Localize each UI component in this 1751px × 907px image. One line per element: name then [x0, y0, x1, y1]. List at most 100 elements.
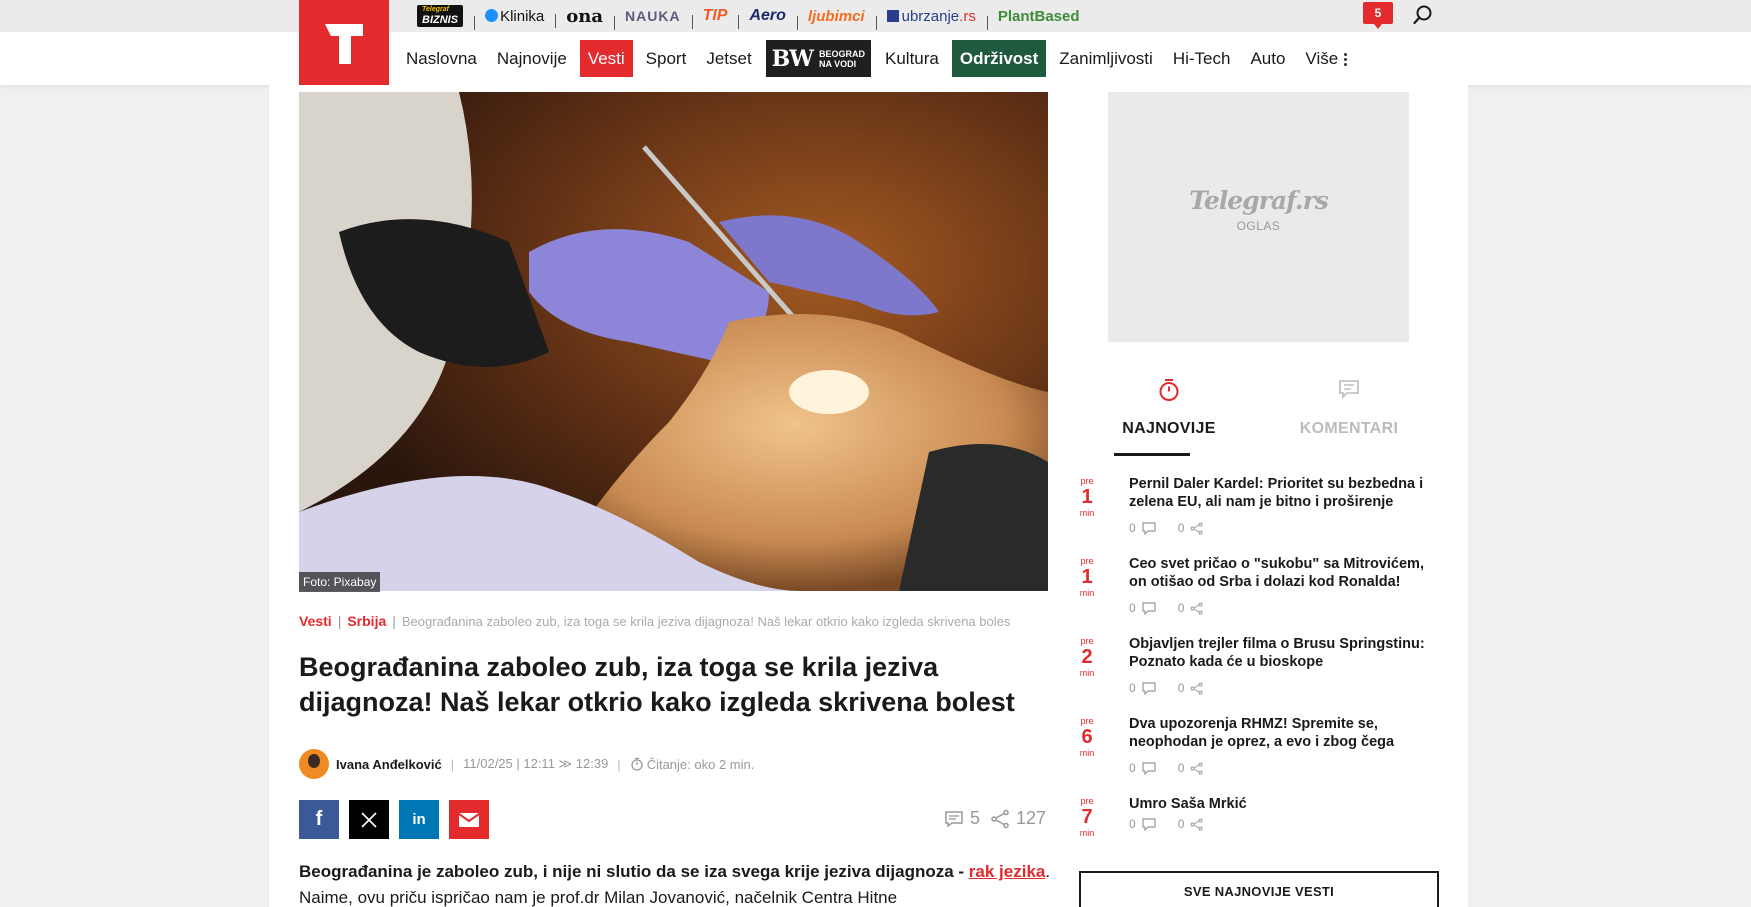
shares-count: 127: [1016, 808, 1047, 828]
nav-najnovije[interactable]: Najnovije: [487, 40, 577, 77]
nav-jetset[interactable]: Jetset: [696, 40, 761, 77]
linkedin-share-button[interactable]: in: [399, 800, 439, 839]
news-comments-count: 0: [1129, 761, 1136, 775]
comment-icon: [1339, 380, 1359, 399]
news-item[interactable]: pre 2 min Objavljen trejler filma o Brusu …: [1079, 634, 1439, 714]
tab-najnovije[interactable]: NAJNOVIJE: [1079, 378, 1259, 458]
comment-icon[interactable]: [944, 810, 964, 828]
publish-datetime: 11/02/25 | 12:11 ≫ 12:39: [463, 756, 609, 771]
news-comments-count: 0: [1129, 521, 1136, 535]
news-shares-count: 0: [1177, 601, 1185, 615]
more-dots-icon: [1344, 51, 1348, 68]
linkedin-icon: in: [412, 811, 426, 828]
tab-komentari-label: KOMENTARI: [1299, 420, 1399, 437]
bw-logo: BW: [771, 45, 814, 72]
ad-brand: Telegraf.rs: [1189, 186, 1329, 215]
tab-komentari[interactable]: KOMENTARI: [1259, 378, 1439, 458]
news-title[interactable]: Umro Saša Mrkić: [1129, 795, 1439, 813]
ad-label: OGLAS: [1236, 219, 1281, 233]
author-avatar[interactable]: [299, 749, 329, 779]
email-share-button[interactable]: [449, 800, 489, 839]
news-time: pre 1 min: [1079, 476, 1095, 518]
breadcrumb-vesti[interactable]: Vesti: [299, 613, 332, 629]
share-icon: [1190, 602, 1203, 614]
notifications-badge[interactable]: 5: [1363, 2, 1393, 29]
article-counters: 5 127: [944, 808, 1046, 829]
news-comments-count: 0: [1129, 681, 1136, 695]
partner-biznis[interactable]: Telegraf BIZNIS: [406, 5, 474, 27]
partner-links: Telegraf BIZNIS Klinika ona NAUKA TIP Aer…: [406, 0, 1091, 32]
timer-icon: [631, 757, 643, 771]
facebook-share-button[interactable]: f: [299, 800, 339, 839]
nav-zanimljivosti[interactable]: Zanimljivosti: [1049, 40, 1163, 77]
news-title[interactable]: Pernil Daler Kardel: Prioritet su bezbed…: [1129, 475, 1439, 511]
partner-nauka[interactable]: NAUKA: [614, 8, 692, 30]
news-item[interactable]: pre 7 min Umro Saša Mrkić 0 0: [1079, 794, 1439, 874]
bw-line2: NA VODI: [818, 58, 857, 69]
nav-beograd-na-vodi[interactable]: BW BEOGRAD NA VODI: [765, 40, 871, 77]
news-title[interactable]: Ceo svet pričao o "sukobu" sa Mitrovićem…: [1129, 555, 1439, 591]
nav-vise[interactable]: Više: [1295, 40, 1358, 77]
news-shares-count: 0: [1177, 817, 1185, 831]
nav-auto[interactable]: Auto: [1240, 40, 1295, 77]
partner-tip[interactable]: TIP: [691, 7, 739, 29]
nav-vesti[interactable]: Vesti: [579, 40, 633, 77]
article-meta: Ivana Anđelković | 11/02/25 | 12:11 ≫ 12…: [299, 749, 754, 779]
partner-klinika[interactable]: Klinika: [474, 8, 555, 30]
lead-link[interactable]: rak jezika: [969, 862, 1046, 881]
partner-aero[interactable]: Aero: [738, 7, 796, 29]
news-stats: 0 0: [1129, 817, 1203, 831]
news-item[interactable]: pre 1 min Pernil Daler Kardel: Prioritet s…: [1079, 474, 1439, 554]
comment-icon: [1142, 601, 1156, 615]
all-latest-news-button[interactable]: SVE NAJNOVIJE VESTI: [1079, 871, 1439, 907]
telegraf-logo[interactable]: [299, 0, 389, 85]
facebook-icon: f: [315, 808, 323, 830]
breadcrumb-srbija[interactable]: Srbija: [347, 613, 386, 629]
reading-time: Čitanje: oko 2 min.: [646, 756, 755, 772]
klinika-icon: [485, 8, 499, 22]
share-icon: [1190, 818, 1203, 830]
lead-bold: Beograđanina je zaboleo zub, i nije ni s…: [299, 862, 969, 881]
partner-ljubimci[interactable]: ljubimci: [796, 8, 876, 30]
nav-hi-tech[interactable]: Hi-Tech: [1163, 40, 1241, 77]
breadcrumb-separator: |: [392, 613, 396, 629]
nav-sport[interactable]: Sport: [636, 40, 697, 77]
mail-icon: [459, 812, 479, 827]
news-stats: 0 0: [1129, 761, 1203, 775]
nav-kultura[interactable]: Kultura: [875, 40, 949, 77]
stopwatch-icon: [1159, 379, 1179, 401]
news-title[interactable]: Dva upozorenja RHMZ! Spremite se, neopho…: [1129, 715, 1439, 751]
tab-najnovije-label: NAJNOVIJE: [1122, 420, 1216, 437]
advertisement[interactable]: Telegraf.rs OGLAS: [1108, 92, 1409, 342]
hero-image: [299, 92, 1048, 591]
news-shares-count: 0: [1177, 521, 1185, 535]
telegraf-t-icon: [325, 23, 363, 64]
news-item[interactable]: pre 6 min Dva upozorenja RHMZ! Spremite se…: [1079, 714, 1439, 794]
news-title[interactable]: Objavljen trejler filma o Brusu Springst…: [1129, 635, 1439, 671]
news-time: pre 7 min: [1079, 796, 1095, 838]
share-icon[interactable]: [990, 809, 1010, 829]
bw-line1: BEOGRAD: [818, 48, 865, 59]
partner-ubrzanje[interactable]: ubrzanje.rs: [875, 8, 987, 30]
share-icon: [1190, 762, 1203, 774]
news-stats: 0 0: [1129, 681, 1203, 695]
search-icon[interactable]: [1412, 4, 1434, 26]
comment-icon: [1142, 817, 1156, 831]
news-time: pre 2 min: [1079, 636, 1095, 678]
news-stats: 0 0: [1129, 521, 1203, 535]
comment-icon: [1142, 521, 1156, 535]
share-icon: [1190, 522, 1203, 534]
comment-icon: [1142, 761, 1156, 775]
sidebar-tabs: NAJNOVIJE KOMENTARI: [1079, 378, 1439, 458]
news-item[interactable]: pre 1 min Ceo svet pričao o "sukobu" sa Mi…: [1079, 554, 1439, 634]
nav-odrzivost[interactable]: Održivost: [951, 40, 1047, 77]
news-comments-count: 0: [1129, 817, 1136, 831]
partner-plantbased[interactable]: PlantBased: [986, 8, 1091, 30]
main-nav: Naslovna Najnovije Vesti Sport Jetset BW…: [396, 40, 1358, 77]
x-share-button[interactable]: [349, 800, 389, 839]
nav-naslovna[interactable]: Naslovna: [396, 40, 487, 77]
partner-ona[interactable]: ona: [555, 6, 614, 28]
comments-count[interactable]: 5: [970, 808, 980, 829]
author-name[interactable]: Ivana Anđelković: [336, 757, 442, 772]
news-time: pre 6 min: [1079, 716, 1095, 758]
